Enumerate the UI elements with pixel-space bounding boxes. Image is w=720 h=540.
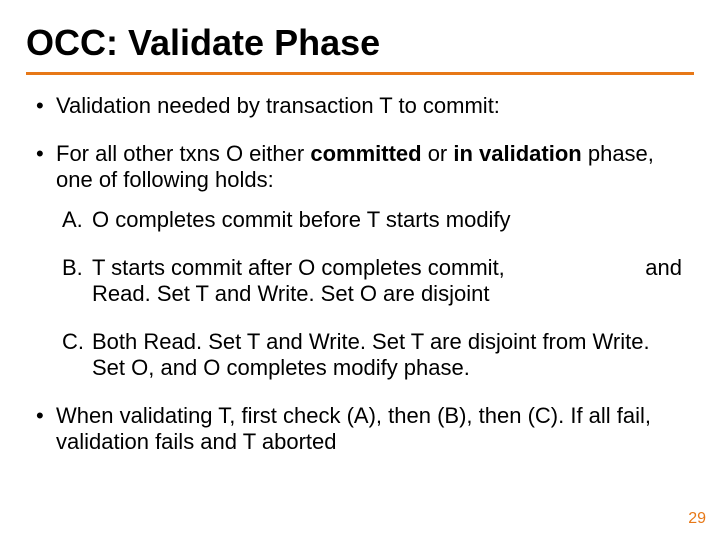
- bullet-2-committed: committed: [310, 141, 421, 166]
- bullet-3: When validating T, first check (A), then…: [34, 403, 686, 455]
- item-c-text: Both Read. Set T and Write. Set T are di…: [92, 329, 650, 380]
- item-b-letter: B.: [62, 255, 83, 281]
- item-b-and: and: [645, 255, 682, 281]
- bullet-1: Validation needed by transaction T to co…: [34, 93, 686, 119]
- page-number: 29: [688, 510, 706, 528]
- bullet-2: For all other txns O either committed or…: [34, 141, 686, 381]
- slide-title: OCC: Validate Phase: [0, 0, 720, 72]
- bullet-list: Validation needed by transaction T to co…: [34, 93, 686, 455]
- item-a: A. O completes commit before T starts mo…: [62, 207, 686, 233]
- item-b-line2: Read. Set T and Write. Set O are disjoin…: [92, 281, 489, 306]
- bullet-1-text: Validation needed by transaction T to co…: [56, 93, 500, 118]
- bullet-2-or: or: [422, 141, 454, 166]
- item-a-text: O completes commit before T starts modif…: [92, 207, 511, 232]
- bullet-2-pre: For all other txns O either: [56, 141, 310, 166]
- sub-list: A. O completes commit before T starts mo…: [62, 207, 686, 381]
- item-a-letter: A.: [62, 207, 83, 233]
- slide: OCC: Validate Phase Validation needed by…: [0, 0, 720, 540]
- item-b: B. T starts commit after O completes com…: [62, 255, 686, 307]
- slide-body: Validation needed by transaction T to co…: [0, 75, 720, 455]
- item-c-letter: C.: [62, 329, 84, 355]
- bullet-2-validation: in validation: [453, 141, 581, 166]
- bullet-3-text: When validating T, first check (A), then…: [56, 403, 651, 454]
- item-b-line1: T starts commit after O completes commit…: [92, 255, 505, 280]
- item-c: C. Both Read. Set T and Write. Set T are…: [62, 329, 686, 381]
